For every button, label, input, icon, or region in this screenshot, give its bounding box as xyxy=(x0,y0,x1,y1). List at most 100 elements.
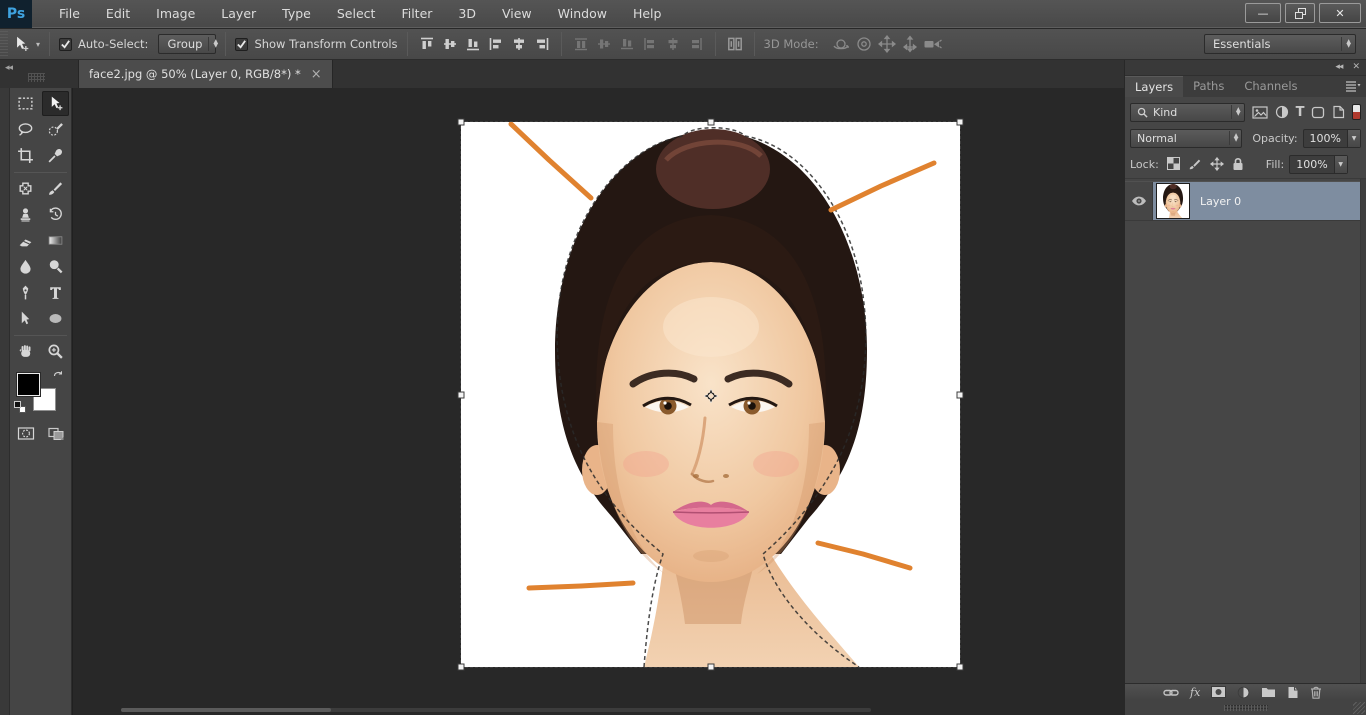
panel-menu-icon[interactable] xyxy=(1345,80,1361,92)
ellipse-tool[interactable] xyxy=(42,306,69,331)
distribute-top-edges-icon[interactable] xyxy=(571,34,591,54)
transform-handle-middle-left[interactable] xyxy=(458,391,465,398)
layer-style-icon[interactable]: fx xyxy=(1190,686,1200,699)
lock-transparent-pixels-icon[interactable] xyxy=(1167,157,1180,171)
3d-roll-icon[interactable] xyxy=(854,34,874,54)
clone-stamp-tool[interactable] xyxy=(12,202,39,227)
new-group-icon[interactable] xyxy=(1261,686,1276,698)
collapse-panels-icon[interactable]: ◂◂ xyxy=(5,63,12,73)
auto-select-option[interactable]: Auto-Select: Group ▲▼ xyxy=(59,34,216,54)
new-adjustment-layer-icon[interactable] xyxy=(1237,686,1250,699)
minimize-button[interactable]: — xyxy=(1245,3,1281,23)
transform-handle-bottom-left[interactable] xyxy=(458,664,465,671)
filter-adjustment-layers-icon[interactable] xyxy=(1275,105,1289,119)
panel-drag-grip[interactable] xyxy=(1224,705,1268,711)
distribute-horizontal-centers-icon[interactable] xyxy=(663,34,683,54)
tool-dock-grip[interactable] xyxy=(28,73,45,82)
filter-smart-objects-icon[interactable] xyxy=(1332,105,1345,119)
tab-channels[interactable]: Channels xyxy=(1234,76,1307,97)
crop-tool[interactable] xyxy=(12,143,39,168)
menu-3d[interactable]: 3D xyxy=(445,6,489,21)
move-tool[interactable] xyxy=(42,91,69,116)
filter-kind-dropdown[interactable]: Kind ▲▼ xyxy=(1130,103,1245,122)
add-layer-mask-icon[interactable] xyxy=(1211,686,1226,698)
layer-row[interactable]: Layer 0 xyxy=(1125,181,1361,221)
align-vertical-centers-icon[interactable] xyxy=(440,34,460,54)
pen-tool[interactable] xyxy=(12,280,39,305)
distribute-vertical-centers-icon[interactable] xyxy=(594,34,614,54)
restore-button[interactable] xyxy=(1285,3,1315,23)
zoom-tool[interactable] xyxy=(42,339,69,364)
align-left-edges-icon[interactable] xyxy=(486,34,506,54)
lasso-tool[interactable] xyxy=(12,117,39,142)
workspace-switcher-dropdown[interactable]: Essentials ▲▼ xyxy=(1204,34,1356,54)
filter-type-layers-icon[interactable]: T xyxy=(1296,106,1305,119)
transform-handle-top-center[interactable] xyxy=(707,119,714,126)
tab-paths[interactable]: Paths xyxy=(1183,76,1234,97)
blur-tool[interactable] xyxy=(12,254,39,279)
menu-edit[interactable]: Edit xyxy=(93,6,143,21)
rectangular-marquee-tool[interactable] xyxy=(12,91,39,116)
menu-select[interactable]: Select xyxy=(324,6,389,21)
menu-window[interactable]: Window xyxy=(545,6,620,21)
close-button[interactable]: ✕ xyxy=(1319,3,1361,23)
options-bar-grip[interactable] xyxy=(0,31,8,58)
swap-colors-icon[interactable] xyxy=(52,370,65,382)
menu-help[interactable]: Help xyxy=(620,6,675,21)
3d-pan-icon[interactable] xyxy=(877,34,897,54)
chevron-down-icon[interactable]: ▼ xyxy=(1334,156,1347,173)
align-bottom-edges-icon[interactable] xyxy=(463,34,483,54)
panel-close-icon[interactable]: ✕ xyxy=(1352,62,1360,72)
distribute-left-edges-icon[interactable] xyxy=(640,34,660,54)
menu-layer[interactable]: Layer xyxy=(208,6,269,21)
hand-tool[interactable] xyxy=(12,339,39,364)
delete-layer-icon[interactable] xyxy=(1310,686,1322,699)
panel-resize-grip[interactable] xyxy=(1353,702,1365,714)
brush-tool[interactable] xyxy=(42,176,69,201)
screen-mode-button[interactable] xyxy=(42,421,69,446)
horizontal-scrollbar[interactable] xyxy=(121,708,871,712)
lock-image-pixels-icon[interactable] xyxy=(1188,157,1202,171)
horizontal-scrollbar-thumb[interactable] xyxy=(121,708,331,712)
active-tool-preset[interactable]: ▾ xyxy=(12,35,40,53)
auto-select-target-dropdown[interactable]: Group ▲▼ xyxy=(158,34,216,54)
3d-camera-icon[interactable] xyxy=(923,34,943,54)
layer-name[interactable]: Layer 0 xyxy=(1200,195,1241,208)
history-brush-tool[interactable] xyxy=(42,202,69,227)
quick-selection-tool[interactable] xyxy=(42,117,69,142)
menu-image[interactable]: Image xyxy=(143,6,208,21)
filter-pixel-layers-icon[interactable] xyxy=(1252,106,1268,119)
layer-visibility-toggle[interactable] xyxy=(1125,182,1153,220)
document-pasteboard[interactable] xyxy=(72,88,1124,715)
document-tab[interactable]: face2.jpg @ 50% (Layer 0, RGB/8*) * × xyxy=(78,60,333,88)
layer-thumbnail[interactable] xyxy=(1156,183,1190,219)
align-top-edges-icon[interactable] xyxy=(417,34,437,54)
3d-slide-icon[interactable] xyxy=(900,34,920,54)
eraser-tool[interactable] xyxy=(12,228,39,253)
layers-list[interactable]: Layer 0 xyxy=(1125,178,1366,683)
fill-value[interactable]: 100% ▼ xyxy=(1289,155,1347,174)
3d-orbit-icon[interactable] xyxy=(831,34,851,54)
transform-handle-bottom-right[interactable] xyxy=(957,664,964,671)
lock-position-icon[interactable] xyxy=(1210,157,1224,171)
transform-handle-top-right[interactable] xyxy=(957,119,964,126)
link-layers-icon[interactable] xyxy=(1163,686,1179,699)
show-transform-checkbox[interactable] xyxy=(235,38,248,51)
type-tool[interactable] xyxy=(42,280,69,305)
eyedropper-tool[interactable] xyxy=(42,143,69,168)
panel-scroll-gutter[interactable] xyxy=(1360,179,1366,683)
spot-healing-brush-tool[interactable] xyxy=(12,176,39,201)
filter-shape-layers-icon[interactable] xyxy=(1311,106,1325,119)
gradient-tool[interactable] xyxy=(42,228,69,253)
transform-handle-middle-right[interactable] xyxy=(957,391,964,398)
collapse-to-icons-icon[interactable]: ◂◂ xyxy=(1335,62,1342,72)
chevron-down-icon[interactable]: ▼ xyxy=(1347,130,1360,147)
transform-handle-top-left[interactable] xyxy=(458,119,465,126)
foreground-color-swatch[interactable] xyxy=(17,373,40,396)
menu-filter[interactable]: Filter xyxy=(388,6,445,21)
menu-type[interactable]: Type xyxy=(269,6,324,21)
transform-reference-point[interactable] xyxy=(704,389,719,404)
path-selection-tool[interactable] xyxy=(12,306,39,331)
menu-file[interactable]: File xyxy=(46,6,93,21)
opacity-value[interactable]: 100% ▼ xyxy=(1303,129,1361,148)
